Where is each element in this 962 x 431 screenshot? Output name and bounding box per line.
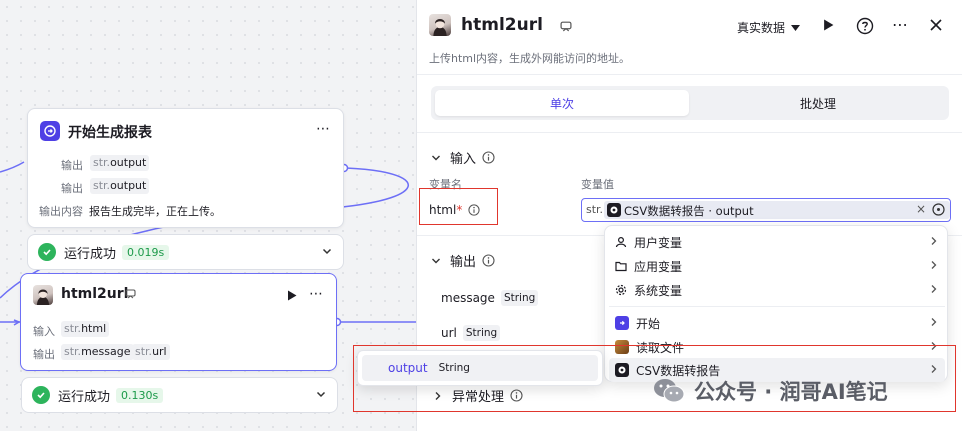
menu-item-user-vars[interactable]: 用户变量 xyxy=(609,230,945,254)
input-label: 输入 xyxy=(33,325,55,338)
column-value-header: 变量值 xyxy=(581,178,614,191)
target-icon[interactable] xyxy=(932,203,945,219)
more-icon[interactable]: ⋯ xyxy=(316,121,331,137)
chevron-down-icon[interactable] xyxy=(321,245,333,260)
menu-item-start-node[interactable]: 开始 xyxy=(609,311,945,335)
play-icon[interactable] xyxy=(287,290,297,304)
start-node-status[interactable]: 运行成功 0.019s xyxy=(27,234,344,270)
wechat-icon xyxy=(654,379,685,403)
divider xyxy=(417,74,962,75)
user-icon xyxy=(615,236,627,248)
avatar-icon xyxy=(33,285,53,305)
gear-icon xyxy=(615,284,627,296)
info-icon xyxy=(468,204,480,216)
html2url-node-status[interactable]: 运行成功 0.130s xyxy=(21,377,338,413)
chevron-right-icon xyxy=(931,237,937,245)
plugin-icon xyxy=(560,20,572,35)
start-node-icon xyxy=(615,316,629,330)
close-icon[interactable] xyxy=(930,19,942,34)
menu-item-app-vars[interactable]: 应用变量 xyxy=(609,254,945,278)
menu-item-system-vars[interactable]: 系统变量 xyxy=(609,278,945,302)
start-node-icon xyxy=(40,121,60,141)
more-icon[interactable]: ⋯ xyxy=(892,15,908,34)
output-row-message: message String xyxy=(441,290,539,306)
chevron-right-icon xyxy=(931,261,937,269)
watermark: 公众号 · 润哥AI笔记 xyxy=(652,376,888,406)
plugin-icon xyxy=(125,288,136,302)
folder-icon xyxy=(615,261,627,272)
output-label: 输出 xyxy=(61,182,83,195)
output-row-url: url String xyxy=(441,325,501,341)
data-mode-select[interactable]: 真实数据 xyxy=(737,19,801,36)
output-label: 输出 xyxy=(33,348,55,361)
start-node-title: 开始生成报表 xyxy=(68,125,152,141)
output-tag: str.url xyxy=(132,344,170,360)
chevron-down-icon xyxy=(432,258,440,263)
html2url-node[interactable]: html2url ⋯ 输入 str.html 输出 str.message st… xyxy=(20,273,337,371)
divider xyxy=(609,306,945,307)
start-node[interactable]: 开始生成报表 ⋯ 输出 str.output 输出 str.output 输出内… xyxy=(27,108,344,228)
avatar-icon xyxy=(429,14,451,36)
variable-reference-text: CSV数据转报告 · output xyxy=(624,204,754,218)
help-icon[interactable] xyxy=(856,17,874,38)
info-icon xyxy=(482,254,495,267)
output-label: 输出 xyxy=(61,159,83,172)
clear-icon[interactable]: × xyxy=(916,202,926,216)
input-section-header[interactable]: 输入 xyxy=(431,148,495,167)
run-mode-tabs: 单次 批处理 xyxy=(431,86,949,120)
chevron-down-icon[interactable] xyxy=(315,388,327,403)
panel-description: 上传html内容，生成外网能访问的地址。 xyxy=(429,52,631,65)
more-icon[interactable]: ⋯ xyxy=(309,286,323,302)
divider xyxy=(417,132,962,133)
output-section-header[interactable]: 输出 xyxy=(431,251,495,270)
check-icon xyxy=(32,386,50,404)
chevron-right-icon xyxy=(931,318,937,326)
html2url-node-title: html2url xyxy=(61,286,129,302)
run-icon[interactable] xyxy=(823,19,834,34)
info-icon xyxy=(482,151,495,164)
input-tag: str.html xyxy=(61,321,110,337)
tab-single[interactable]: 单次 xyxy=(435,90,689,116)
output-tag: str.output xyxy=(90,155,150,171)
chevron-right-icon xyxy=(931,285,937,293)
content-label: 输出内容 xyxy=(39,205,83,218)
chevron-down-icon xyxy=(432,155,440,160)
status-text: 运行成功 xyxy=(58,389,111,405)
output-tag: str.message xyxy=(61,344,134,360)
input-var-name: html * xyxy=(429,203,480,217)
variable-value-input[interactable]: str. CSV数据转报告 · output × xyxy=(581,198,951,222)
content-value: 报告生成完毕，正在上传。 xyxy=(89,205,221,218)
tab-batch[interactable]: 批处理 xyxy=(691,90,945,116)
caret-down-icon xyxy=(791,24,801,31)
csv-node-icon xyxy=(607,203,621,217)
variable-reference-chip: CSV数据转报告 · output × xyxy=(604,201,950,219)
type-prefix: str. xyxy=(586,203,604,216)
check-icon xyxy=(38,243,56,261)
status-text: 运行成功 xyxy=(64,246,117,262)
time-badge: 0.130s xyxy=(116,387,164,403)
panel-title: html2url xyxy=(461,15,543,35)
output-tag: str.output xyxy=(90,178,150,194)
time-badge: 0.019s xyxy=(122,244,170,260)
